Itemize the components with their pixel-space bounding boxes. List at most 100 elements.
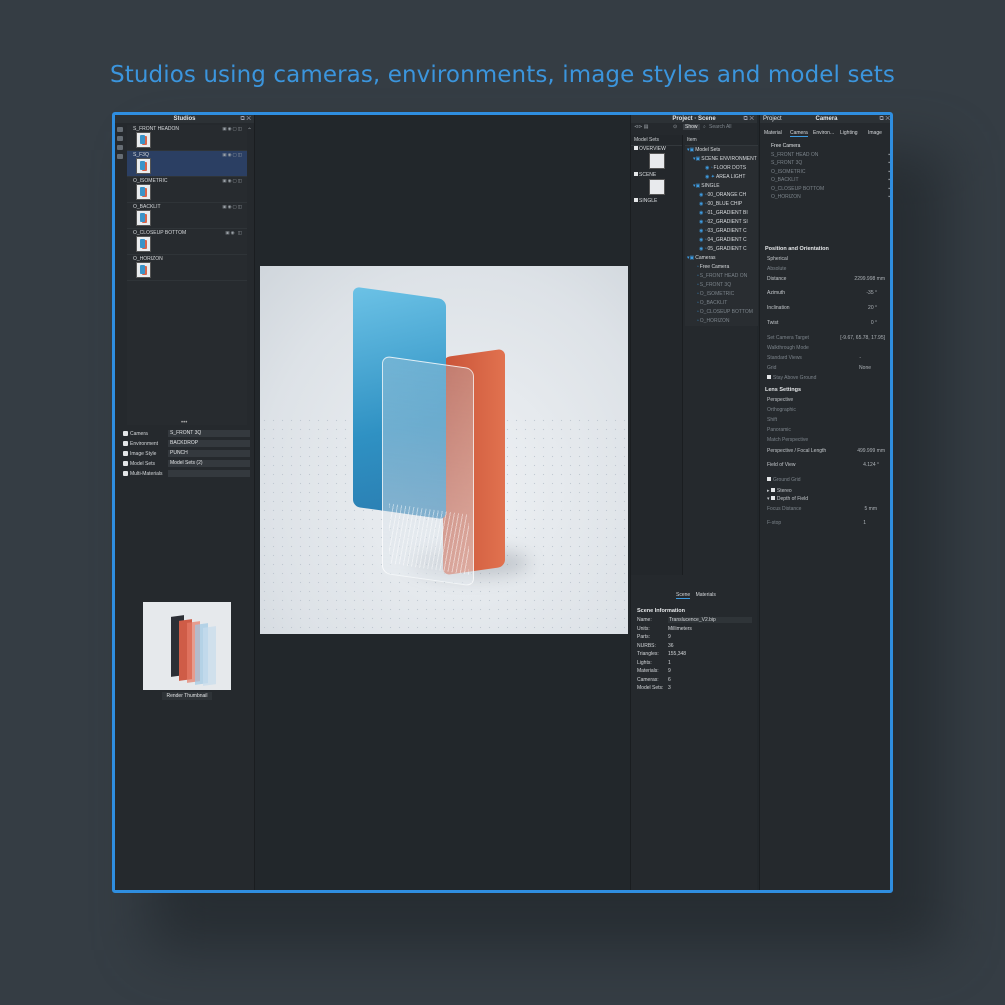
camera-item[interactable]: O_ISOMETRIC ▪ (760, 168, 890, 177)
panoramic-radio[interactable]: Panoramic (767, 427, 890, 435)
tree-node[interactable]: ◉ ▫00_ORANGE CH (685, 191, 758, 200)
studio-item[interactable]: O_CLOSEUP BOTTOM ▣◉ ◫ (127, 229, 247, 255)
lock-icon[interactable]: ▪ (888, 168, 890, 177)
image-style-checkbox[interactable] (123, 451, 128, 456)
eye-icon[interactable]: ◉ ▫ (699, 210, 707, 216)
focus-distance-field[interactable]: Focus Distance 5 mm (767, 506, 890, 514)
lock-icon[interactable]: ▪ (888, 193, 890, 202)
lock-icon[interactable]: ▪ (888, 151, 890, 160)
eye-icon[interactable]: ◉ ▫ (699, 237, 707, 243)
tree-node[interactable]: ◉ ▫05_GRADIENT C (685, 245, 758, 254)
lock-icon[interactable]: ▪ (888, 176, 890, 185)
tab-scene[interactable]: Scene (676, 592, 691, 599)
splitter-handle[interactable]: ••• (181, 420, 187, 426)
match-perspective-radio[interactable]: Match Perspective (767, 437, 890, 445)
multi-materials-checkbox[interactable] (123, 471, 128, 476)
eye-icon[interactable]: ◉ ▫ (699, 246, 707, 252)
close-icon[interactable]: ⧉ ✕ (240, 115, 251, 123)
fov-field[interactable]: Field of View 4.124 ° (767, 462, 890, 470)
azimuth-value[interactable]: -35 ° (866, 290, 877, 296)
stay-above-ground-checkbox[interactable]: Stay Above Ground (767, 375, 890, 383)
tree-node[interactable]: ◉ ▫00_BLUE CHIP (685, 200, 758, 209)
orthographic-radio[interactable]: Orthographic (767, 407, 890, 415)
tab-materials[interactable]: Materials (696, 592, 716, 598)
tree-node[interactable]: ▫S_FRONT HEAD ON (685, 272, 758, 281)
focus-distance-value[interactable]: 5 mm (865, 506, 878, 512)
camera-item[interactable]: Free Camera (760, 142, 890, 151)
tree-node[interactable]: ▫O_ISOMETRIC (685, 290, 758, 299)
studio-item[interactable]: S_FRONT HEADON ▣◉▢◫ (127, 125, 247, 151)
environment-checkbox[interactable] (123, 441, 128, 446)
camera-item[interactable]: S_FRONT 3Q ▪ (760, 159, 890, 168)
perspective-radio[interactable]: Perspective (767, 397, 890, 405)
close-icon[interactable]: ⧉ ✕ (743, 115, 754, 123)
collapse-icon[interactable]: ⊲⊳ ▤ (634, 124, 649, 130)
camera-checkbox[interactable] (123, 431, 128, 436)
position-section-title[interactable]: Position and Orientation (765, 246, 829, 252)
eye-icon[interactable]: ◉ ▫ (699, 201, 707, 207)
model-set-item[interactable]: SCENE (631, 172, 682, 198)
absolute-radio[interactable]: Absolute (767, 266, 890, 274)
camera-select[interactable]: S_FRONT 3Q (168, 430, 250, 437)
close-icon[interactable]: ⧉ ✕ (879, 115, 890, 123)
twist-field[interactable]: Twist 0 ° (767, 320, 890, 328)
tree-node[interactable]: ▾▣SINGLE (685, 182, 758, 191)
stereo-section[interactable]: ▸ Stereo (767, 488, 890, 496)
studio-item[interactable]: O_BACKLIT ▣◉▢◫ (127, 203, 247, 229)
tab-image[interactable]: Image (868, 130, 882, 136)
tree-node[interactable]: ◉ ▫03_GRADIENT C (685, 227, 758, 236)
focal-length-value[interactable]: 499.999 mm (857, 448, 885, 454)
studio-action-icons[interactable]: ▣◉▢◫ (222, 204, 243, 210)
studio-action-icons[interactable]: ▣◉▢◫ (222, 178, 243, 184)
model-sets-checkbox[interactable] (123, 461, 128, 466)
fstop-value[interactable]: 1 (863, 520, 866, 526)
tab-material[interactable]: Material (764, 130, 782, 136)
grid-value[interactable]: None (859, 365, 871, 371)
camera-item[interactable]: S_FRONT HEAD ON ▪ (760, 151, 890, 160)
distance-field[interactable]: Distance 2299.998 mm (767, 276, 890, 284)
studio-item[interactable]: O_HORIZON (127, 255, 247, 281)
refresh-icon[interactable] (117, 154, 123, 159)
studio-action-icons[interactable]: ▣◉▢◫ (222, 126, 243, 132)
tab-lighting[interactable]: Lighting (840, 130, 858, 136)
tree-node[interactable]: ◉ ▫02_GRADIENT SI (685, 218, 758, 227)
camera-item[interactable]: O_CLOSEUP BOTTOM ▪ (760, 185, 890, 194)
distance-value[interactable]: 2299.998 mm (854, 276, 885, 282)
render-thumbnail-button[interactable]: Render Thumbnail (162, 692, 212, 700)
twist-value[interactable]: 0 ° (871, 320, 877, 326)
model-set-item[interactable]: OVERVIEW (631, 146, 682, 172)
spherical-radio[interactable]: Spherical (767, 256, 890, 264)
filter-icon[interactable]: ⊙ (673, 124, 677, 130)
eye-icon[interactable]: ◉ ▫ (705, 165, 713, 171)
tree-node[interactable]: ◉ ▫04_GRADIENT C (685, 236, 758, 245)
studio-item[interactable]: O_ISOMETRIC ▣◉▢◫ (127, 177, 247, 203)
delete-icon[interactable] (117, 145, 123, 150)
tree-node[interactable]: ▾▣Cameras (685, 254, 758, 263)
tab-environment[interactable]: Environ... (813, 130, 834, 136)
project-tab[interactable]: Project (763, 115, 782, 123)
studio-action-icons[interactable]: ▣◉▢◫ (222, 152, 243, 158)
tree-node[interactable]: ▫O_CLOSEUP BOTTOM (685, 308, 758, 317)
inclination-field[interactable]: Inclination 20 ° (767, 305, 890, 313)
tree-node[interactable]: ▾▣Model Sets (685, 146, 758, 155)
standard-views-select[interactable]: - (859, 355, 861, 361)
model-set-checkbox[interactable] (634, 198, 638, 202)
model-set-checkbox[interactable] (634, 172, 638, 176)
show-button[interactable]: Show (683, 124, 700, 130)
tree-node[interactable]: ▫S_FRONT 3Q (685, 281, 758, 290)
model-set-item[interactable]: SINGLE (631, 198, 682, 224)
lens-section-title[interactable]: Lens Settings (765, 387, 801, 393)
search-input[interactable]: Search All (709, 124, 732, 130)
set-camera-target[interactable]: Set Camera Target [-9.67, 65.78, 17.95] (767, 335, 890, 343)
dof-section[interactable]: ▾ Depth of Field (767, 496, 890, 504)
standard-views[interactable]: Standard Views - (767, 355, 890, 363)
tree-node[interactable]: ◉ ▫FLOOR DOTS (685, 164, 758, 173)
studio-item-selected[interactable]: S_F3Q ▣◉▢◫ (127, 151, 247, 177)
image-style-select[interactable]: PUNCH (168, 450, 250, 457)
tree-node[interactable]: ◉ ✦AREA LIGHT (685, 173, 758, 182)
fov-value[interactable]: 4.124 ° (863, 462, 879, 468)
fstop-field[interactable]: F-stop 1 (767, 520, 890, 528)
tree-node[interactable]: ▫Free Camera (685, 263, 758, 272)
camera-item[interactable]: O_HORIZON ▪ (760, 193, 890, 202)
tree-node[interactable]: ▫O_BACKLIT (685, 299, 758, 308)
